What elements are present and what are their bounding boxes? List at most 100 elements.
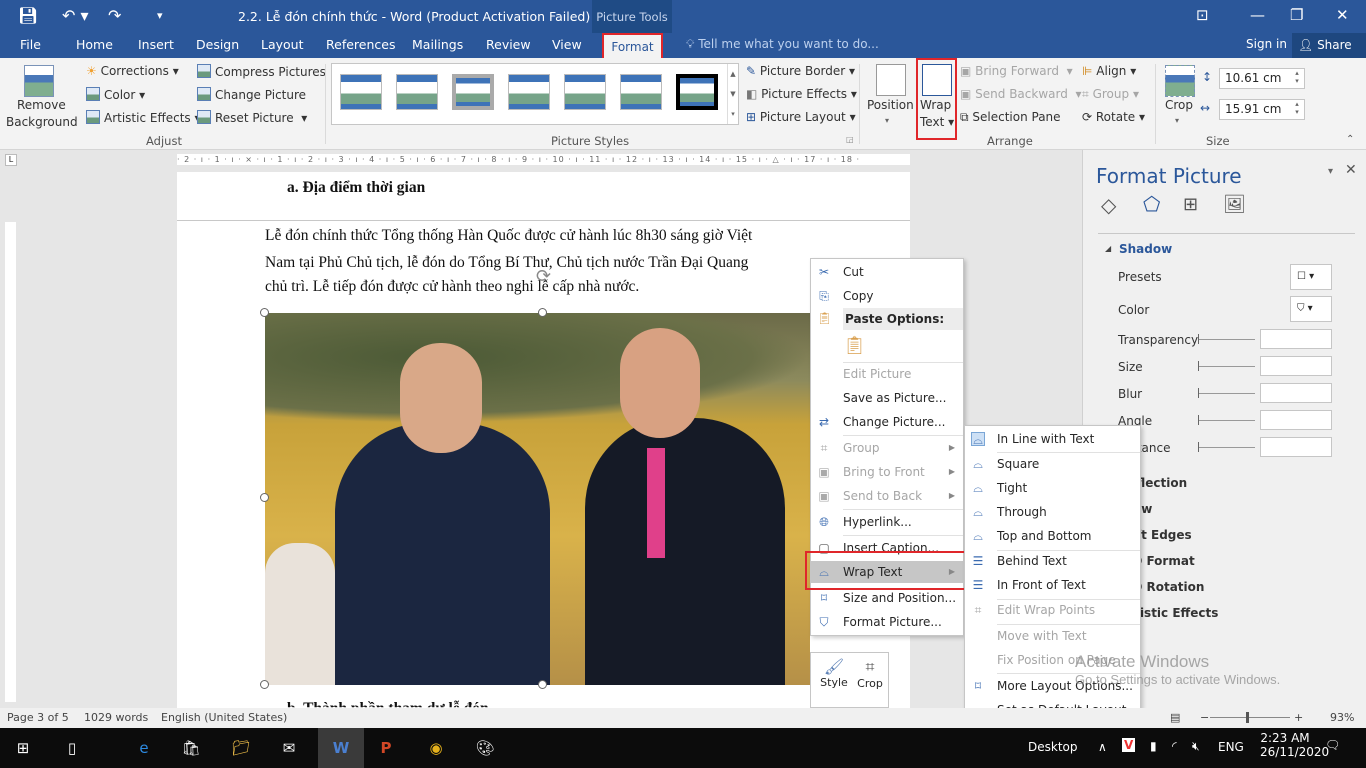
angle-slider[interactable] (1198, 415, 1255, 425)
blur-input[interactable] (1260, 383, 1332, 403)
file-explorer-icon[interactable]: 📁︎ (230, 738, 252, 758)
wrap-through[interactable]: ⌓ Through (965, 501, 1140, 523)
wrap-tight[interactable]: ⌓ Tight (965, 477, 1140, 499)
remove-background-button[interactable]: Remove (17, 98, 66, 112)
tab-view[interactable]: View (552, 37, 582, 52)
wrap-in-front[interactable]: ☰ In Front of Text (965, 574, 1140, 596)
collapse-arrow-icon[interactable]: ◢ (1105, 244, 1111, 253)
menu-item-bring-to-front[interactable]: ▣ Bring to Front ▶ (811, 461, 963, 483)
menu-item-change-picture[interactable]: ⇄ Change Picture... (811, 411, 963, 433)
resize-handle[interactable] (260, 308, 269, 317)
pane-options-icon[interactable]: ▾ (1328, 166, 1333, 177)
vietkey-icon[interactable]: V (1122, 738, 1136, 752)
height-input[interactable]: 10.61 cm (1219, 68, 1305, 89)
style-thumb[interactable] (452, 74, 494, 110)
corrections-button[interactable]: ☀ Corrections ▾ (86, 64, 179, 78)
windows-start-icon[interactable]: ⊞ (12, 738, 34, 758)
menu-item-cut[interactable]: ✂ Cut (811, 261, 963, 283)
paint-icon[interactable]: 🎨︎ (474, 738, 496, 758)
save-icon[interactable]: 💾︎ (18, 6, 38, 25)
dialog-launcher-icon[interactable]: ◲ (846, 135, 854, 144)
align-button[interactable]: ⊫ Align ▾ (1082, 64, 1136, 78)
tab-references[interactable]: References (326, 37, 395, 52)
read-mode-icon[interactable]: ▤ (1170, 708, 1180, 727)
bring-forward-button[interactable]: ▣ Bring Forward ▾ (960, 64, 1073, 78)
shadow-section[interactable]: Shadow (1119, 242, 1172, 256)
task-view-icon[interactable]: ▯ (61, 738, 83, 758)
wrap-inline[interactable]: ⌓ In Line with Text (965, 428, 1140, 450)
collapse-ribbon-icon[interactable]: ⌃ (1346, 134, 1354, 145)
width-input[interactable]: 15.91 cm (1219, 99, 1305, 120)
zoom-slider[interactable] (1210, 712, 1290, 723)
picture-border-button[interactable]: ✎ Picture Border ▾ (746, 64, 855, 78)
zoom-level[interactable]: 93% (1330, 708, 1354, 727)
group-button[interactable]: ⌗ Group ▾ (1082, 87, 1139, 102)
style-button[interactable]: 🖌︎ Style (819, 657, 849, 689)
shadow-color-dropdown[interactable]: ⛉ ▾ (1290, 296, 1332, 322)
reset-picture-button[interactable]: Reset Picture ▾ (197, 110, 307, 125)
battery-icon[interactable]: ▮ (1150, 739, 1157, 753)
style-thumb[interactable] (620, 74, 662, 110)
pane-close-icon[interactable]: ✕ (1345, 162, 1357, 178)
blur-slider[interactable] (1198, 388, 1255, 398)
position-button[interactable]: Position (867, 98, 914, 112)
resize-handle[interactable] (260, 493, 269, 502)
tab-home[interactable]: Home (76, 37, 113, 52)
minimize-button[interactable]: — (1250, 6, 1265, 24)
ribbon-display-icon[interactable]: ⊡ (1196, 6, 1209, 24)
desktop-toolbar[interactable]: Desktop (1028, 740, 1078, 754)
distance-slider[interactable] (1198, 442, 1255, 452)
tab-layout[interactable]: Layout (261, 37, 304, 52)
crop-button[interactable]: Crop (1165, 98, 1193, 112)
zoom-slider-thumb[interactable] (1245, 712, 1249, 723)
menu-item-group[interactable]: ⌗ Group ▶ (811, 437, 963, 459)
tab-selector-icon[interactable]: L (5, 154, 17, 166)
change-picture-button[interactable]: Change Picture (197, 87, 306, 102)
picture-effects-button[interactable]: ◧ Picture Effects ▾ (746, 87, 857, 101)
compress-pictures-button[interactable]: Compress Pictures (197, 64, 326, 79)
style-thumb[interactable] (564, 74, 606, 110)
page-count[interactable]: Page 3 of 5 (7, 708, 69, 727)
undo-icon[interactable]: ↶ ▾ (62, 6, 89, 25)
vertical-ruler[interactable] (5, 222, 16, 702)
input-language[interactable]: ENG (1218, 740, 1244, 754)
edge-icon[interactable]: e (133, 738, 155, 758)
resize-handle[interactable] (538, 308, 547, 317)
show-hidden-icons[interactable]: ∧ (1098, 740, 1107, 754)
selected-picture[interactable] (265, 313, 810, 685)
gallery-scroll[interactable]: ▲ ▼ ▾ (727, 64, 738, 124)
menu-item-edit-picture[interactable]: Edit Picture (811, 363, 963, 385)
tab-file[interactable]: File (20, 37, 41, 52)
restore-button[interactable]: ❐ (1290, 6, 1303, 24)
zoom-in-button[interactable]: + (1294, 708, 1303, 727)
distance-input[interactable] (1260, 437, 1332, 457)
language[interactable]: English (United States) (161, 708, 287, 727)
resize-handle[interactable] (260, 680, 269, 689)
store-icon[interactable]: 🛍︎ (180, 738, 202, 758)
tell-me-search[interactable]: 💡︎ Tell me what you want to do... (686, 37, 879, 52)
send-backward-button[interactable]: ▣ Send Backward ▾ (960, 87, 1082, 101)
style-thumb[interactable] (340, 74, 382, 110)
close-button[interactable]: ✕ (1336, 6, 1349, 24)
share-button[interactable]: 👤︎ Share (1292, 33, 1366, 58)
volume-muted-icon[interactable]: 🔇︎ (1192, 739, 1200, 754)
crop-button[interactable]: ⌗ Crop (855, 657, 885, 690)
redo-icon[interactable]: ↷ (108, 6, 121, 25)
picture-styles-gallery[interactable]: ▲ ▼ ▾ (331, 63, 739, 125)
powerpoint-icon[interactable]: P (375, 738, 397, 758)
wrap-square[interactable]: ⌓ Square (965, 453, 1140, 475)
zoom-out-button[interactable]: − (1200, 708, 1209, 727)
menu-item-format-picture[interactable]: ⛉ Format Picture... (811, 611, 963, 633)
style-thumb[interactable] (508, 74, 550, 110)
menu-item-hyperlink[interactable]: 🌐︎ Hyperlink... (811, 511, 963, 533)
wifi-icon[interactable]: ◜ (1172, 739, 1177, 753)
angle-input[interactable] (1260, 410, 1332, 430)
rotate-handle-icon[interactable]: ⟳ (536, 266, 551, 287)
wrap-behind-text[interactable]: ☰ Behind Text (965, 550, 1140, 572)
word-taskbar-icon[interactable]: W (318, 728, 364, 768)
resize-handle[interactable] (538, 680, 547, 689)
clock[interactable]: 2:23 AM 26/11/2020 (1260, 731, 1329, 759)
transparency-slider[interactable] (1198, 334, 1255, 344)
sign-in-link[interactable]: Sign in (1246, 37, 1287, 51)
horizontal-ruler[interactable]: · 2 · ı · 1 · ı · ⨯ · ı · 1 · ı · 2 · ı … (177, 154, 910, 165)
